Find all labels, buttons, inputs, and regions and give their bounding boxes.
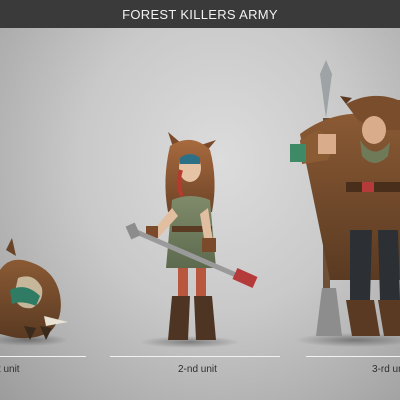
character-lineup-illustration xyxy=(0,60,400,348)
unit-2-label: 2-nd unit xyxy=(178,364,217,375)
unit-1-boar-figure xyxy=(0,238,68,340)
title-bar: FOREST KILLERS ARMY xyxy=(0,0,400,28)
page-title: FOREST KILLERS ARMY xyxy=(122,6,278,22)
unit-2-underline xyxy=(110,356,280,357)
unit-3-warrior-figure xyxy=(290,60,400,336)
unit-3-label: 3-rd unit xyxy=(372,364,400,375)
unit-2-girl-figure xyxy=(125,132,258,340)
unit-1-label: 1-st unit xyxy=(0,364,20,375)
unit-3-underline xyxy=(306,356,400,357)
unit-1-underline xyxy=(0,356,86,357)
